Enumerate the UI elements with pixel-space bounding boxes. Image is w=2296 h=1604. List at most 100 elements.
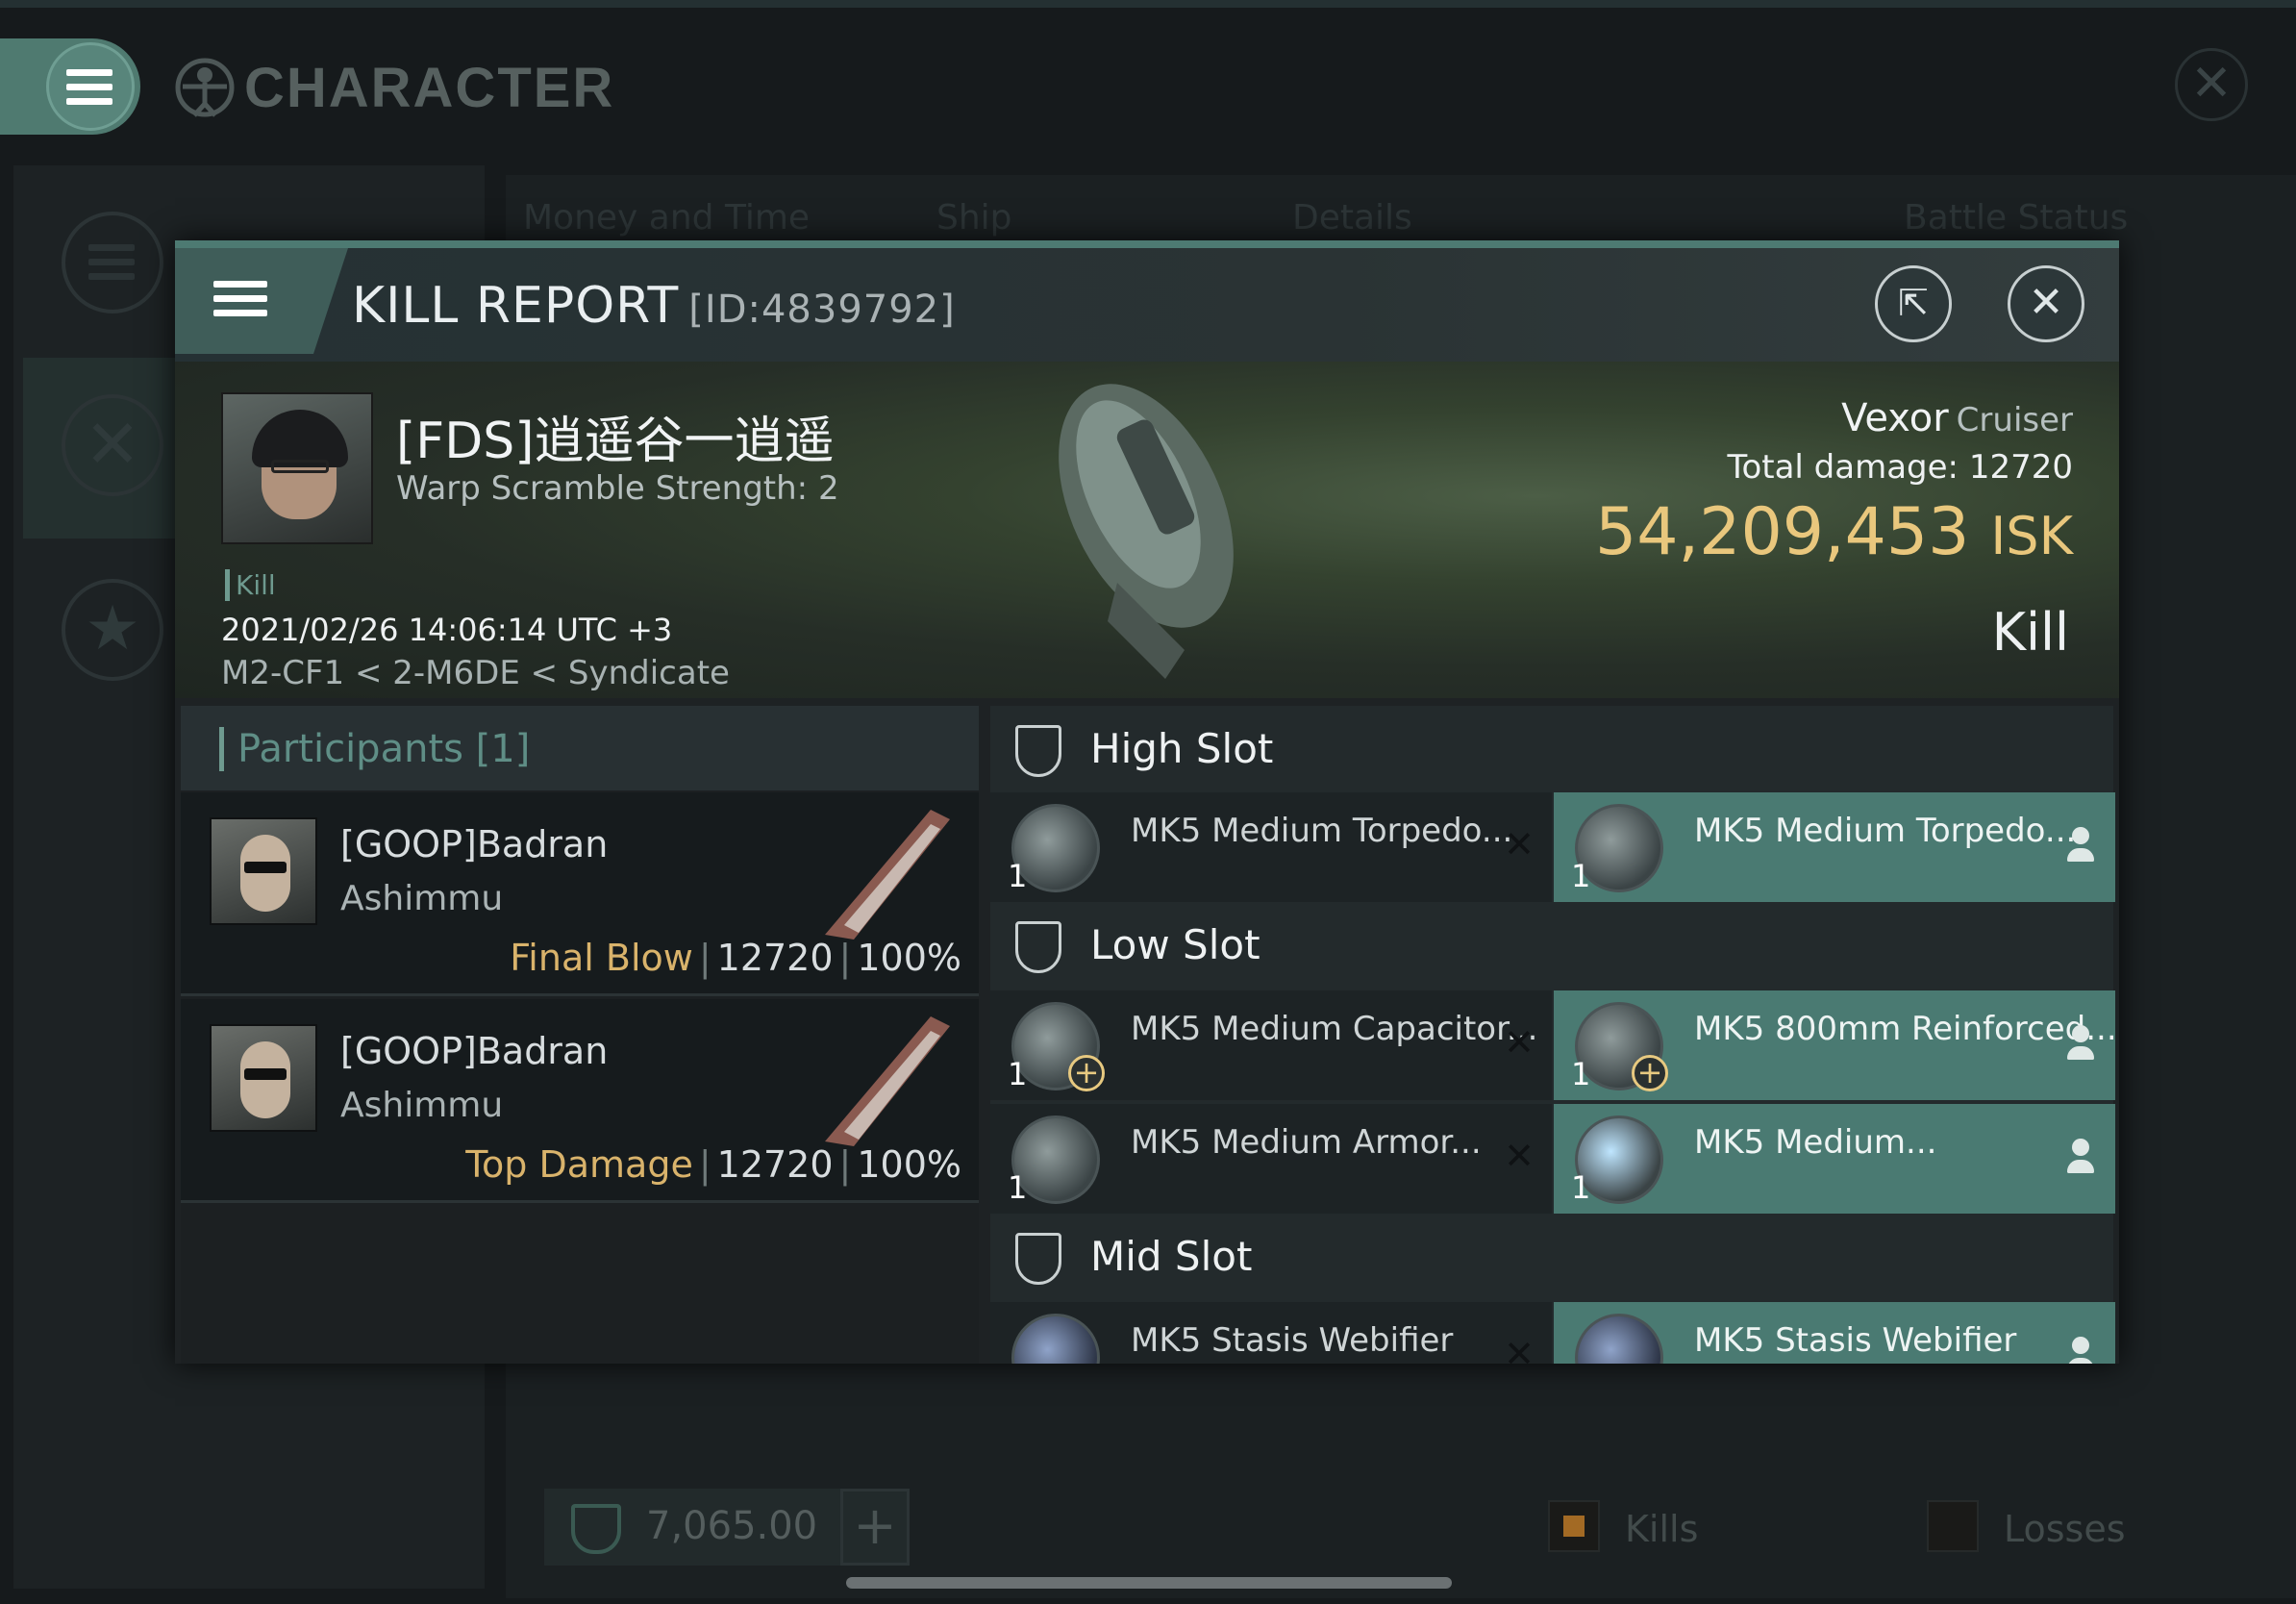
warp-scramble-strength: Warp Scramble Strength: 2	[396, 469, 839, 508]
participant-avatar[interactable]	[210, 1024, 317, 1132]
stasis-webifier-icon	[1575, 1314, 1663, 1364]
module-name: MK5 Medium Torpedo...	[1694, 812, 2077, 850]
module-destroyed[interactable]: 1 MK5 Medium Torpedo... ✕	[990, 792, 1552, 902]
victim-summary: [FDS]逍遥谷一逍遥 Warp Scramble Strength: 2 Ki…	[175, 362, 2119, 698]
total-damage: Total damage: 12720	[1727, 448, 2073, 487]
participant-damage: 12720	[716, 937, 834, 979]
participant-ship-icon	[825, 810, 950, 940]
close-icon[interactable]: ✕	[2008, 265, 2084, 342]
tab-battle-status[interactable]: Battle Status	[1904, 198, 2128, 238]
result-label: Kill	[1991, 602, 2069, 663]
module-name: MK5 Stasis Webifier	[1131, 1321, 1454, 1360]
module-quantity: 1	[1008, 858, 1028, 894]
participant-name: [GOOP]Badran	[340, 1030, 609, 1072]
mid-slot-header: Mid Slot	[990, 1214, 2113, 1300]
participants-header: Participants [1]	[181, 706, 979, 790]
low-slot-header: Low Slot	[990, 902, 2113, 989]
module-name: MK5 Medium...	[1694, 1123, 1937, 1162]
participant-ship: Ashimmu	[340, 1086, 504, 1125]
share-external-icon[interactable]: ⇱	[1875, 265, 1952, 342]
kills-legend-label: Kills	[1625, 1508, 1699, 1550]
kill-report-title-text: KILL REPORT	[352, 277, 680, 335]
module-quantity: 1	[1008, 1169, 1028, 1206]
star-icon[interactable]: ★	[62, 579, 163, 681]
tab-ship[interactable]: Ship	[936, 198, 1012, 238]
top-bar	[0, 0, 2296, 8]
isk-value: 54,209,453 ISK	[1595, 494, 2073, 570]
list-icon[interactable]	[62, 212, 163, 313]
kill-report-title: KILL REPORT [ID:4839792]	[352, 277, 956, 335]
scrollbar[interactable]	[846, 1577, 1452, 1589]
victim-name[interactable]: [FDS]逍遥谷一逍遥	[396, 400, 835, 472]
person-icon	[2067, 1139, 2094, 1177]
window-close-button[interactable]: ✕	[2175, 48, 2248, 121]
high-slot-header: High Slot	[990, 706, 2113, 792]
participant-stats: Top Damage | 12720 | 100%	[465, 1143, 961, 1186]
destroyed-icon: ✕	[1504, 823, 1535, 865]
module-destroyed[interactable]: + 1 MK5 Medium Capacitor... ✕	[990, 990, 1552, 1100]
low-slot-label: Low Slot	[1090, 921, 1260, 968]
module-quantity: 1	[1008, 1056, 1028, 1092]
person-icon	[2067, 827, 2094, 865]
victim-ship[interactable]: Vexor Cruiser	[1841, 396, 2073, 440]
participant-role: Final Blow	[510, 937, 693, 979]
high-slot-label: High Slot	[1090, 725, 1274, 772]
participant-row[interactable]: [GOOP]Badran Ashimmu Top Damage | 12720 | 10…	[181, 999, 979, 1203]
module-name: MK5 Medium Torpedo...	[1131, 812, 1513, 850]
person-icon	[2067, 1337, 2094, 1364]
ship-name: Vexor	[1841, 396, 1949, 440]
module-name: MK5 Medium Armor...	[1131, 1123, 1482, 1162]
module-dropped[interactable]: 1 MK5 Medium Torpedo...	[1554, 792, 2115, 902]
module-name: MK5 800mm Reinforced...	[1694, 1010, 2117, 1048]
destroyed-icon: ✕	[1504, 1021, 1535, 1064]
module-dropped[interactable]: MK5 Stasis Webifier	[1554, 1302, 2115, 1364]
losses-legend-swatch	[1927, 1500, 1979, 1552]
victim-ship-image	[1059, 384, 1234, 679]
menu-icon	[46, 42, 135, 131]
participant-avatar[interactable]	[210, 817, 317, 925]
participant-ship: Ashimmu	[340, 879, 504, 918]
participant-percent: 100%	[857, 1143, 961, 1186]
module-name: MK5 Stasis Webifier	[1694, 1321, 2017, 1360]
slot-icon	[1015, 1233, 1061, 1285]
module-quantity: 1	[1571, 1169, 1591, 1206]
victim-avatar[interactable]	[221, 392, 373, 544]
tab-money-and-time[interactable]: Money and Time	[523, 198, 810, 238]
kills-legend-swatch	[1548, 1500, 1600, 1552]
kill-location[interactable]: M2-CF1 < 2-M6DE < Syndicate	[221, 654, 730, 692]
participant-percent: 100%	[857, 937, 961, 979]
stasis-webifier-icon	[1011, 1314, 1100, 1364]
tab-details[interactable]: Details	[1292, 198, 1412, 238]
participant-ship-icon	[825, 1016, 950, 1146]
module-quantity: 1	[1571, 858, 1591, 894]
participant-row[interactable]: [GOOP]Badran Ashimmu Final Blow | 12720 | 10…	[181, 792, 979, 996]
participants-panel: Participants [1] [GOOP]Badran Ashimmu Fi…	[181, 706, 979, 1364]
participants-title[interactable]: Participants [1]	[219, 727, 530, 771]
character-icon	[175, 58, 235, 117]
main-menu-button[interactable]	[0, 38, 140, 135]
bounty-icon	[571, 1504, 621, 1554]
losses-legend-label: Losses	[2004, 1508, 2126, 1550]
destroyed-icon: ✕	[1504, 1135, 1535, 1177]
module-dropped[interactable]: + 1 MK5 800mm Reinforced...	[1554, 990, 2117, 1100]
add-button[interactable]: +	[840, 1489, 910, 1566]
total-damage-value: 12720	[1968, 448, 2073, 487]
slot-icon	[1015, 725, 1061, 777]
module-quantity: 1	[1571, 1056, 1591, 1092]
module-dropped[interactable]: 1 MK5 Medium...	[1554, 1104, 2115, 1214]
module-destroyed[interactable]: 1 MK5 Medium Armor... ✕	[990, 1104, 1552, 1214]
ship-class: Cruiser	[1956, 401, 2073, 439]
total-damage-label: Total damage:	[1727, 448, 1959, 487]
kill-report-modal: KILL REPORT [ID:4839792] ⇱ ✕ [FDS]逍遥谷一逍遥 …	[175, 240, 2119, 1364]
kill-report-id: [ID:4839792]	[688, 288, 956, 332]
kill-tag: Kill	[225, 569, 276, 601]
kill-datetime: 2021/02/26 14:06:14 UTC +3	[221, 612, 673, 648]
person-icon	[2067, 1025, 2094, 1064]
destroyed-icon: ✕	[1504, 1333, 1535, 1364]
crossed-swords-icon: ✕	[62, 394, 163, 496]
participant-damage: 12720	[716, 1143, 834, 1186]
mid-slot-label: Mid Slot	[1090, 1233, 1253, 1280]
participant-stats: Final Blow | 12720 | 100%	[510, 937, 961, 979]
fittings-panel: High Slot 1 MK5 Medium Torpedo... ✕ 1 MK…	[990, 706, 2117, 1364]
module-destroyed[interactable]: MK5 Stasis Webifier ✕	[990, 1302, 1552, 1364]
